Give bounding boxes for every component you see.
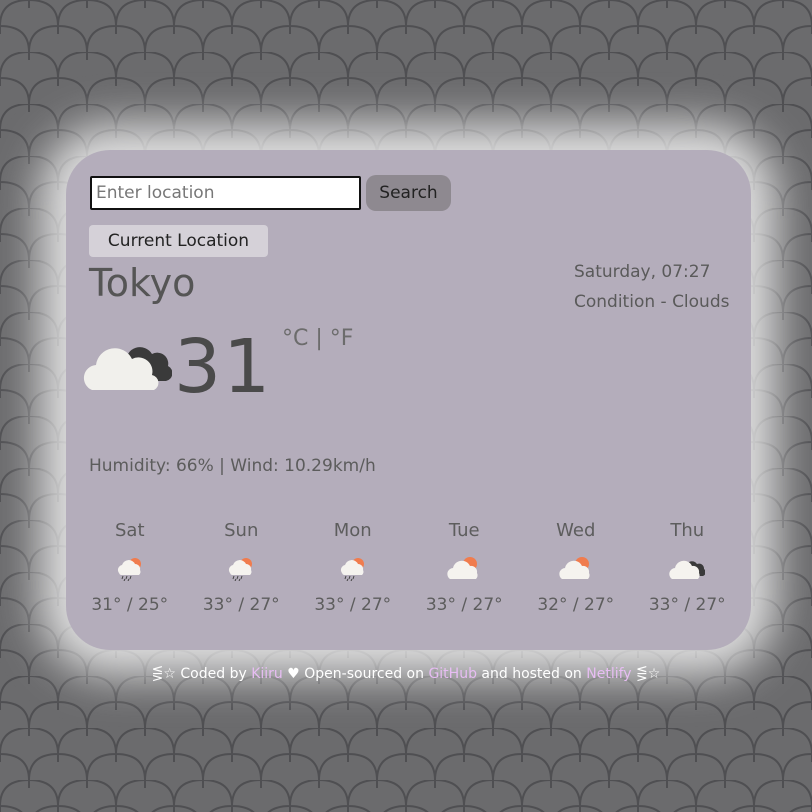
forecast-temps: 33° / 27° — [202, 595, 280, 615]
forecast-list: Sat 31° / 25° Sun 33° / 27° Mon 33° / 27… — [74, 517, 744, 615]
forecast-day: Wed 32° / 27° — [520, 517, 632, 615]
forecast-temps: 31° / 25° — [91, 595, 169, 615]
temperature-value: 31 — [174, 324, 273, 410]
rain-sun-icon — [297, 545, 409, 591]
rain-sun-icon — [74, 545, 186, 591]
footer-open-sourced: Open-sourced on — [304, 666, 424, 682]
forecast-day: Sat 31° / 25° — [74, 517, 186, 615]
cloud-icon — [632, 545, 744, 591]
author-link[interactable]: Kiiru — [251, 666, 283, 682]
cloud-icon — [82, 332, 173, 398]
footer-prefix: ⋚☆ Coded by — [151, 666, 247, 682]
search-button[interactable]: Search — [366, 175, 451, 211]
humidity-wind: Humidity: 66% | Wind: 10.29km/h — [89, 456, 376, 476]
forecast-day: Sun 33° / 27° — [186, 517, 298, 615]
unit-separator: | — [315, 326, 323, 351]
city-name: Tokyo — [89, 261, 196, 305]
forecast-day-name: Mon — [333, 520, 372, 541]
netlify-link[interactable]: Netlify — [586, 666, 631, 682]
unit-toggle: °C | °F — [282, 326, 353, 351]
github-link[interactable]: GitHub — [428, 666, 477, 682]
date-time: Saturday, 07:27 — [574, 262, 711, 282]
forecast-temps: 33° / 27° — [425, 595, 503, 615]
forecast-day-name: Sat — [114, 520, 145, 541]
forecast-day-name: Wed — [556, 520, 596, 541]
search-input[interactable] — [90, 176, 361, 210]
forecast-temps: 33° / 27° — [648, 595, 726, 615]
condition: Condition - Clouds — [574, 292, 730, 312]
forecast-day: Tue 33° / 27° — [409, 517, 521, 615]
footer-hosted: and hosted on — [481, 666, 582, 682]
weather-card: Search Current Location Tokyo 31 °C | °F… — [66, 150, 751, 650]
footer: ⋚☆ Coded by Kiiru ♥ Open-sourced on GitH… — [0, 666, 812, 682]
forecast-day: Thu 33° / 27° — [632, 517, 744, 615]
fahrenheit-link[interactable]: °F — [330, 326, 354, 351]
cloud-sun-icon — [409, 545, 521, 591]
forecast-day-name: Thu — [670, 520, 705, 541]
forecast-day-name: Sun — [224, 520, 259, 541]
footer-suffix: ⋚☆ — [636, 666, 661, 682]
forecast-temps: 32° / 27° — [537, 595, 615, 615]
forecast-temps: 33° / 27° — [314, 595, 392, 615]
heart-icon: ♥ — [287, 666, 300, 682]
cloud-sun-icon — [520, 545, 632, 591]
forecast-day-name: Tue — [448, 520, 480, 541]
date-condition: Saturday, 07:27 Condition - Clouds — [574, 257, 734, 317]
celsius-link[interactable]: °C — [282, 326, 308, 351]
forecast-day: Mon 33° / 27° — [297, 517, 409, 615]
rain-sun-icon — [186, 545, 298, 591]
current-location-button[interactable]: Current Location — [89, 225, 268, 257]
